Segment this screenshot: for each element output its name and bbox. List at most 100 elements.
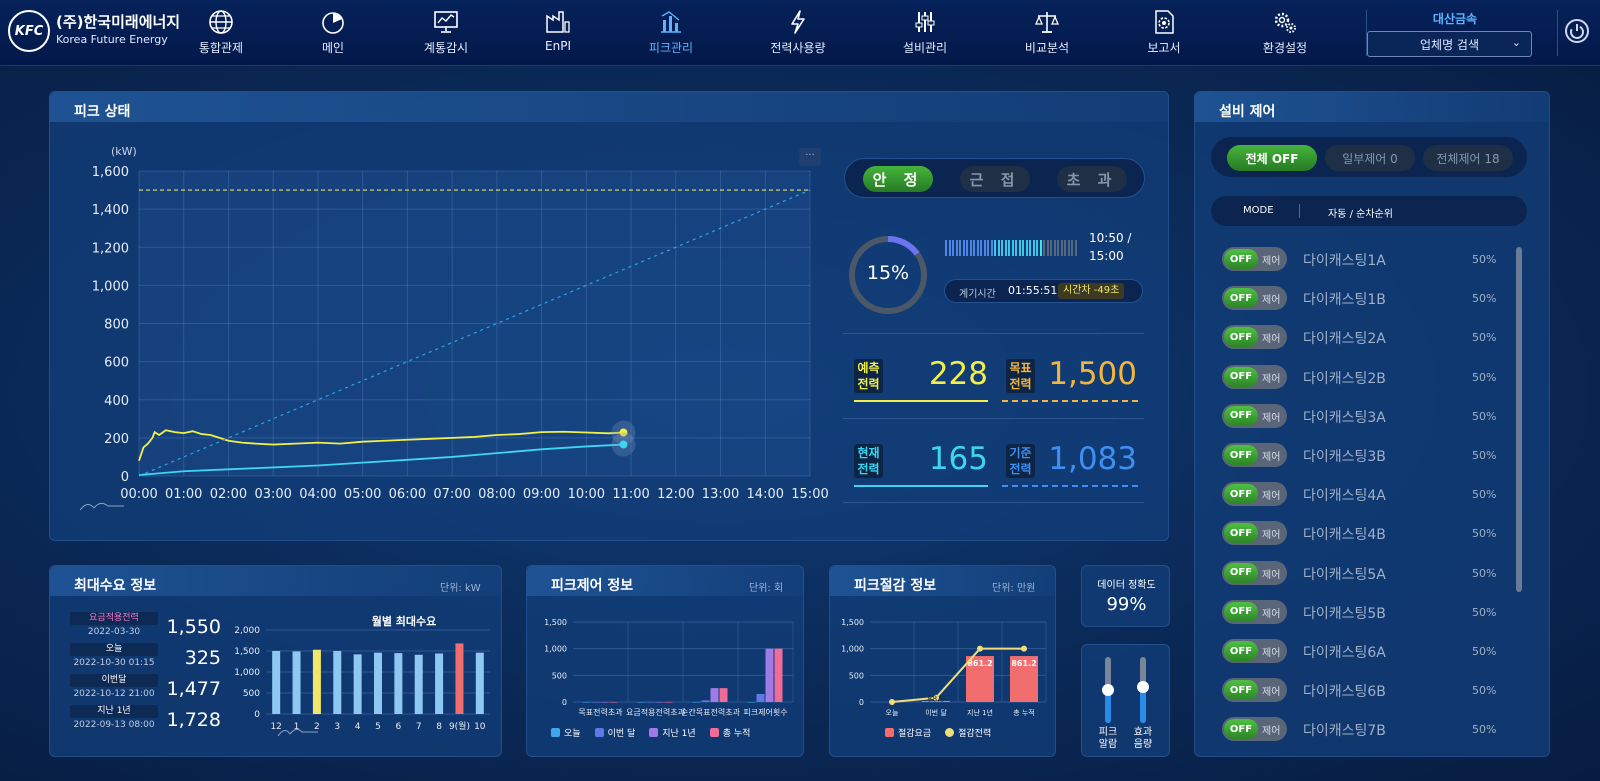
x-tick-label: 00:00 <box>120 487 157 502</box>
nav-item-3[interactable]: EnPI <box>510 0 606 66</box>
unit-label: 단위: 회 <box>749 583 784 594</box>
line-point <box>889 699 895 705</box>
peak-control-title: 피크제어 정보 <box>551 578 634 594</box>
factory-icon <box>546 11 570 33</box>
partial-control-button[interactable]: 일부제어 0 <box>1325 145 1415 171</box>
nav-item-4[interactable]: 피크관리 <box>623 0 719 66</box>
y-tick-label: 400 <box>104 394 129 409</box>
equipment-toggle[interactable]: OFF 제어 <box>1222 639 1287 663</box>
equipment-name: 다이캐스팅6A <box>1303 645 1386 661</box>
toggle-knob: OFF <box>1224 327 1258 348</box>
nav-item-0[interactable]: 통합관제 <box>173 0 269 66</box>
nav-item-9[interactable]: 환경설정 <box>1237 0 1333 66</box>
equipment-name: 다이캐스팅5A <box>1303 566 1386 583</box>
nav-item-1[interactable]: 메인 <box>285 0 381 66</box>
power-icon[interactable] <box>1564 18 1590 44</box>
toggle-knob: OFF <box>1224 484 1258 505</box>
y-tick-label: 0 <box>254 710 260 720</box>
nav-item-2[interactable]: 계통감시 <box>398 0 494 66</box>
equipment-toggle[interactable]: OFF 제어 <box>1222 325 1287 350</box>
peak-saving-panel: 피크절감 정보 단위: 만원 0 500 1,000 1,500 오늘 이번 달 861.2… <box>829 565 1056 757</box>
equalizer-icon <box>915 12 935 32</box>
bar-data-label: 861.2 <box>967 659 992 668</box>
meter-time-label: 계기시간 <box>959 289 996 300</box>
time-current: 10:50 / <box>1089 231 1132 245</box>
mode-label: MODE <box>1243 205 1274 216</box>
equipment-toggle[interactable]: OFF 제어 <box>1222 443 1287 467</box>
x-tick-label: 01:00 <box>165 487 202 502</box>
toggle-knob: OFF <box>1224 405 1258 426</box>
progress-tick <box>1004 240 1007 256</box>
equipment-toggle[interactable]: OFF 제어 <box>1222 247 1287 271</box>
equipment-toggle[interactable]: OFF 제어 <box>1222 560 1287 585</box>
x-tick-label: 07:00 <box>433 487 470 502</box>
equipment-toggle[interactable]: OFF 제어 <box>1222 482 1287 507</box>
bar-목표전력초과-오늘 <box>582 702 591 703</box>
company-logo[interactable]: KFC (주)한국미래에너지 Korea Future Energy <box>8 10 180 52</box>
x-tick-label: 요금적용전력초과 <box>626 707 686 717</box>
logo-english-name: Korea Future Energy <box>56 33 168 46</box>
nav-label: 메인 <box>321 41 345 55</box>
equipment-percent: 50% <box>1472 684 1497 698</box>
x-tick-label: 12 <box>270 722 281 732</box>
equipment-row: OFF 제어 다이캐스팅6B 50% <box>1222 678 1502 703</box>
equipment-toggle[interactable]: OFF 제어 <box>1222 599 1287 624</box>
alarm-sliders-panel: 피크 알람 효과 음량 <box>1081 644 1170 757</box>
panel-header <box>50 92 1168 122</box>
bar-요금적용전력초과-지난 1년 <box>655 702 664 703</box>
progress-tick <box>1060 240 1063 256</box>
mode-divider <box>1299 204 1300 218</box>
logo-mark: KFC <box>8 10 50 52</box>
chevron-down-icon: ⌄ <box>1511 36 1521 49</box>
equipment-list-scrollbar[interactable] <box>1516 247 1522 592</box>
y-tick-label: 500 <box>849 671 864 680</box>
equipment-toggle[interactable]: OFF 제어 <box>1222 286 1287 311</box>
equipment-toggle[interactable]: OFF 제어 <box>1222 521 1287 546</box>
progress-tick <box>962 240 965 256</box>
equipment-percent: 50% <box>1472 370 1497 384</box>
peak-control-legend: 오늘 이번 달 지난 1년 총 누적 <box>551 726 750 739</box>
nav-item-8[interactable]: 보고서 <box>1116 0 1212 66</box>
peak-alarm-slider[interactable] <box>1102 657 1114 723</box>
x-tick-label: 02:00 <box>210 487 247 502</box>
x-tick-label: 05:00 <box>344 487 381 502</box>
progress-tick <box>1025 240 1028 256</box>
equipment-toggle[interactable]: OFF 제어 <box>1222 678 1287 703</box>
nav-item-5[interactable]: 전력사용량 <box>750 0 846 66</box>
status-stable-button[interactable]: 안 정 <box>863 166 933 192</box>
line-point <box>1021 645 1027 652</box>
nav-item-7[interactable]: 비교분석 <box>999 0 1095 66</box>
effect-volume-label: 효과 음량 <box>1133 727 1153 750</box>
x-tick-label: 10:00 <box>568 487 605 502</box>
toggle-knob: OFF <box>1224 523 1258 544</box>
bar-순간목표전력초과-이번 달 <box>701 700 710 702</box>
all-control-button[interactable]: 전체제어 18 <box>1423 145 1513 171</box>
equipment-toggle[interactable]: OFF 제어 <box>1222 403 1287 428</box>
y-tick-label: 600 <box>104 356 129 371</box>
status-exceed-button[interactable]: 초 과 <box>1057 166 1127 192</box>
equipment-name: 다이캐스팅4B <box>1303 527 1386 544</box>
lightning-icon <box>791 10 805 34</box>
base-power-label: 기준 전력 <box>1006 444 1035 478</box>
status-near-button[interactable]: 근 접 <box>960 166 1030 192</box>
progress-tick <box>1015 240 1017 256</box>
progress-tick <box>1036 240 1038 256</box>
bar-2 <box>312 649 321 714</box>
progress-tick <box>1011 240 1014 256</box>
x-tick-label: 10 <box>474 722 486 732</box>
mode-value[interactable]: 자동 / 순차순위 <box>1328 205 1393 220</box>
nav-item-6[interactable]: 설비관리 <box>877 0 973 66</box>
equipment-name: 다이캐스팅5B <box>1303 605 1386 622</box>
equipment-row: OFF 제어 다이캐스팅3A 50% <box>1222 403 1502 428</box>
company-search-select[interactable]: 업체명 검색 ⌄ <box>1367 31 1532 57</box>
all-off-button[interactable]: 전체 OFF <box>1227 145 1317 171</box>
equipment-row: OFF 제어 다이캐스팅3B 50% <box>1222 443 1502 467</box>
target-power-value: 1,500 <box>1048 356 1137 392</box>
peak-saving-legend: 절감요금 절감전력 <box>885 726 991 739</box>
equipment-percent: 50% <box>1472 488 1497 502</box>
x-tick-label: 7 <box>416 722 422 732</box>
time-total: 15:00 <box>1089 249 1124 263</box>
equipment-toggle[interactable]: OFF 제어 <box>1222 717 1287 742</box>
effect-volume-slider[interactable] <box>1137 657 1149 723</box>
equipment-toggle[interactable]: OFF 제어 <box>1222 364 1287 389</box>
